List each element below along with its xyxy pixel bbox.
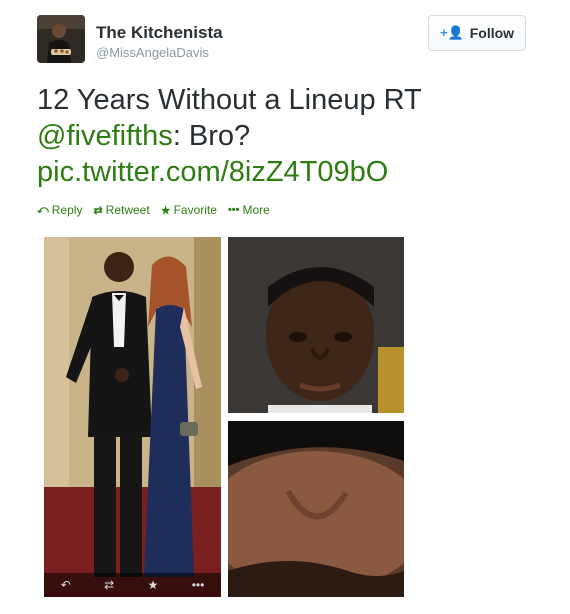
photo-reply-icon[interactable]: ↶ xyxy=(61,578,71,592)
photo-face-closeup[interactable] xyxy=(228,237,404,413)
favorite-label: Favorite xyxy=(173,203,217,217)
user-name[interactable]: The Kitchenista xyxy=(96,23,223,43)
favorite-action[interactable]: ★ Favorite xyxy=(161,203,217,217)
pic-link[interactable]: pic.twitter.com/8izZ4T09bO xyxy=(37,156,388,188)
photo-grid: ↶ ⇄ ★ ••• xyxy=(44,237,404,597)
retweet-icon: ⇄ xyxy=(93,204,103,217)
photo-red-carpet[interactable]: ↶ ⇄ ★ ••• xyxy=(44,237,221,597)
add-user-icon: +👤 xyxy=(439,25,464,40)
retweet-label: Retweet xyxy=(105,203,150,217)
reply-action[interactable]: ⤺ Reply xyxy=(37,203,82,217)
user-handle[interactable]: @MissAngelaDavis xyxy=(96,45,209,60)
photo-more-icon[interactable]: ••• xyxy=(192,578,205,592)
more-label: More xyxy=(242,203,270,217)
more-action[interactable]: ••• More xyxy=(228,203,270,217)
photo-action-bar: ↶ ⇄ ★ ••• xyxy=(44,573,221,597)
tweet-line1: 12 Years Without a Lineup RT xyxy=(37,84,422,116)
photo-retweet-icon[interactable]: ⇄ xyxy=(104,578,114,592)
photo-forehead-closeup[interactable] xyxy=(228,421,404,597)
follow-label: Follow xyxy=(469,25,515,41)
tweet-text: 12 Years Without a Lineup RT @fivefifths… xyxy=(37,82,547,190)
photo-favorite-icon[interactable]: ★ xyxy=(148,578,159,592)
retweet-action[interactable]: ⇄ Retweet xyxy=(93,203,149,217)
tweet-after-mention: : Bro? xyxy=(172,120,251,152)
reply-label: Reply xyxy=(51,203,83,217)
tweet-actions: ⤺ Reply ⇄ Retweet ★ Favorite ••• More xyxy=(37,203,270,217)
follow-button[interactable]: +👤 Follow xyxy=(428,15,526,51)
avatar[interactable] xyxy=(37,15,85,63)
mention-link[interactable]: @fivefifths xyxy=(37,120,173,152)
more-icon: ••• xyxy=(227,204,240,216)
star-icon: ★ xyxy=(160,204,171,217)
reply-icon: ⤺ xyxy=(37,203,49,216)
